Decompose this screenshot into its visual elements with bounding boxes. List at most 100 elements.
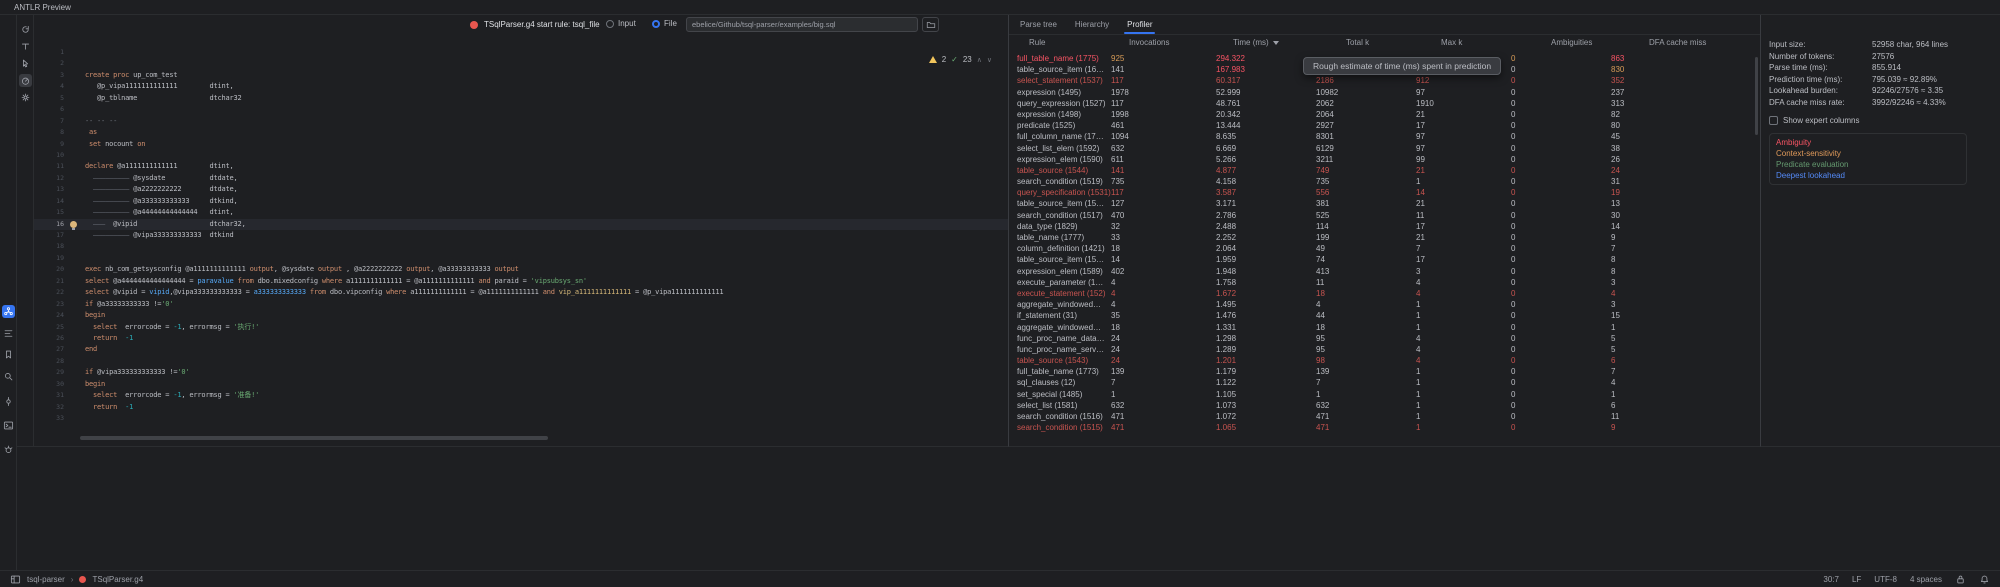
- profiler-row[interactable]: search_condition (1516)4711.0724711011: [1009, 411, 1760, 422]
- profiler-row[interactable]: execute_parameter (1…41.75811403: [1009, 277, 1760, 288]
- profiler-row[interactable]: aggregate_windowed…181.33118101: [1009, 322, 1760, 333]
- column-header-time-ms-[interactable]: Time (ms): [1233, 38, 1279, 47]
- profiler-row[interactable]: select_list (1581)6321.073632106: [1009, 400, 1760, 411]
- editor-horizontal-scrollbar[interactable]: [80, 436, 548, 440]
- editor-line[interactable]: 14 ————————— @a333333333333 dtkind,: [34, 196, 1008, 207]
- profiler-row[interactable]: expression_elem (1589)4021.948413308: [1009, 266, 1760, 277]
- profiler-row[interactable]: query_expression (1527)11748.76120621910…: [1009, 98, 1760, 109]
- editor-line[interactable]: 26 return -1: [34, 333, 1008, 344]
- column-header-rule[interactable]: Rule: [1029, 38, 1045, 47]
- encoding[interactable]: UTF-8: [1874, 575, 1897, 584]
- prev-issue-button[interactable]: ∧: [977, 56, 982, 64]
- column-header-max-k[interactable]: Max k: [1441, 38, 1462, 47]
- breadcrumb-project[interactable]: tsql-parser: [27, 575, 65, 584]
- file-radio[interactable]: File: [652, 19, 677, 28]
- editor-line[interactable]: 18: [34, 241, 1008, 252]
- settings-gear-icon[interactable]: [19, 91, 32, 104]
- column-header-dfa-cache-miss[interactable]: DFA cache miss: [1649, 38, 1706, 47]
- structure-icon[interactable]: [2, 327, 15, 340]
- notifications-bell-icon[interactable]: [1979, 574, 1990, 585]
- refresh-icon[interactable]: [19, 23, 32, 36]
- editor-line[interactable]: 31 select errorcode = -1, errormsg = '准备…: [34, 390, 1008, 401]
- caret-position[interactable]: 30:7: [1823, 575, 1839, 584]
- profiler-row[interactable]: if_statement (31)351.476441015: [1009, 310, 1760, 321]
- editor-line[interactable]: 20exec nb_com_getsysconfig @a11111111111…: [34, 264, 1008, 275]
- editor-line[interactable]: 25 select errorcode = -1, errormsg = '执行…: [34, 322, 1008, 333]
- editor-line[interactable]: 33: [34, 413, 1008, 424]
- editor-line[interactable]: 28: [34, 356, 1008, 367]
- editor-line[interactable]: 7-- -- --: [34, 116, 1008, 127]
- editor-line[interactable]: 15 ————————— @a44444444444444 dtint,: [34, 207, 1008, 218]
- profiler-row[interactable]: set_special (1485)11.1051101: [1009, 389, 1760, 400]
- column-header-total-k[interactable]: Total k: [1346, 38, 1369, 47]
- editor-line[interactable]: 11declare @a1111111111111 dtint,: [34, 161, 1008, 172]
- profiler-row[interactable]: select_list_elem (1592)6326.669612997038: [1009, 143, 1760, 154]
- profiler-row[interactable]: predicate (1525)46113.444292717080: [1009, 120, 1760, 131]
- profiler-row[interactable]: full_column_name (17…10948.635830197045: [1009, 131, 1760, 142]
- commit-icon[interactable]: [2, 395, 15, 408]
- profiler-scrollbar[interactable]: [1755, 57, 1758, 135]
- editor-line[interactable]: 6: [34, 104, 1008, 115]
- input-radio[interactable]: Input: [606, 19, 636, 28]
- profiler-row[interactable]: search_condition (1515)4711.065471109: [1009, 422, 1760, 433]
- profiler-row[interactable]: expression_elem (1590)6115.266321199026: [1009, 154, 1760, 165]
- line-ending[interactable]: LF: [1852, 575, 1861, 584]
- editor-line[interactable]: 5 @p_tblname dtchar32: [34, 93, 1008, 104]
- warning-count[interactable]: 2: [942, 55, 946, 64]
- profiler-row[interactable]: table_name (1777)332.2521992109: [1009, 232, 1760, 243]
- editor-line[interactable]: 1: [34, 47, 1008, 58]
- editor-line[interactable]: 12 ————————— @sysdate dtdate,: [34, 173, 1008, 184]
- lock-icon[interactable]: [1955, 574, 1966, 585]
- editor-line[interactable]: 21select @a4444444444444444 = paravalue …: [34, 276, 1008, 287]
- profiler-row[interactable]: search_condition (1517)4702.78652511030: [1009, 210, 1760, 221]
- editor-line[interactable]: 2: [34, 58, 1008, 69]
- profiler-mode-icon[interactable]: [19, 74, 32, 87]
- antlr-preview-tree-icon[interactable]: [2, 305, 15, 318]
- profiler-row[interactable]: table_source (1544)1414.87774921024: [1009, 165, 1760, 176]
- show-expert-columns-checkbox[interactable]: Show expert columns: [1769, 114, 2000, 126]
- editor-line[interactable]: 4 @p_vipa1111111111111 dtint,: [34, 81, 1008, 92]
- editor-line[interactable]: 17 ————————— @vipa333333333333 dtkind: [34, 230, 1008, 241]
- profiler-row[interactable]: table_source (1543)241.20198406: [1009, 355, 1760, 366]
- terminal-icon[interactable]: [2, 419, 15, 432]
- other-count[interactable]: 23: [963, 55, 972, 64]
- editor-line[interactable]: 29if @vipa333333333333 !='0': [34, 367, 1008, 378]
- column-header-invocations[interactable]: Invocations: [1129, 38, 1169, 47]
- file-path-input[interactable]: ebelice/Github/tsql-parser/examples/big.…: [686, 17, 918, 32]
- inspection-widget[interactable]: 2 ✓ 23 ∧ ∨: [929, 55, 992, 64]
- profiler-row[interactable]: aggregate_windowed…41.4954103: [1009, 299, 1760, 310]
- editor-line[interactable]: 32 return -1: [34, 402, 1008, 413]
- problems-icon[interactable]: [2, 443, 15, 456]
- profiler-row[interactable]: table_source_item (15…141.959741708: [1009, 254, 1760, 265]
- profiler-row[interactable]: data_type (1829)322.48811417014: [1009, 221, 1760, 232]
- profiler-row[interactable]: full_table_name (1773)1391.179139107: [1009, 366, 1760, 377]
- editor-line[interactable]: 24begin: [34, 310, 1008, 321]
- tab-hierarchy[interactable]: Hierarchy: [1066, 15, 1118, 34]
- indent-setting[interactable]: 4 spaces: [1910, 575, 1942, 584]
- column-header-ambiguities[interactable]: Ambiguities: [1551, 38, 1592, 47]
- profiler-row[interactable]: query_specification (1531)1173.587556140…: [1009, 187, 1760, 198]
- text-input-icon[interactable]: [19, 40, 32, 53]
- editor-line[interactable]: 13 ————————— @a2222222222 dtdate,: [34, 184, 1008, 195]
- tab-parse-tree[interactable]: Parse tree: [1011, 15, 1066, 34]
- editor-line[interactable]: 22select @vipid = vipid,@vipa33333333333…: [34, 287, 1008, 298]
- breadcrumb-file[interactable]: TSqlParser.g4: [92, 575, 143, 584]
- editor-line[interactable]: 30begin: [34, 379, 1008, 390]
- profiler-row[interactable]: expression (1495)197852.99910982970237: [1009, 87, 1760, 98]
- bookmark-icon[interactable]: [2, 348, 15, 361]
- tab-profiler[interactable]: Profiler: [1118, 15, 1161, 34]
- profiler-row[interactable]: table_source_item (15…1273.17138121013: [1009, 198, 1760, 209]
- editor-line[interactable]: 27end: [34, 344, 1008, 355]
- profiler-row[interactable]: column_definition (1421)182.06449707: [1009, 243, 1760, 254]
- window-layout-icon[interactable]: [10, 574, 21, 585]
- editor-line[interactable]: 10: [34, 150, 1008, 161]
- editor-line[interactable]: 16 ——— @vipid dtchar32,: [34, 219, 1008, 230]
- profiler-row[interactable]: execute_statement (152)41.67218404: [1009, 288, 1760, 299]
- editor-line[interactable]: 9 set nocount on: [34, 139, 1008, 150]
- editor-line[interactable]: 8 as: [34, 127, 1008, 138]
- profiler-row[interactable]: search_condition (1519)7354.1587351031: [1009, 176, 1760, 187]
- editor-line[interactable]: 3create proc up_com_test: [34, 70, 1008, 81]
- search-icon[interactable]: [2, 370, 15, 383]
- intention-bulb-icon[interactable]: [70, 221, 77, 228]
- profiler-row[interactable]: sql_clauses (12)71.1227104: [1009, 377, 1760, 388]
